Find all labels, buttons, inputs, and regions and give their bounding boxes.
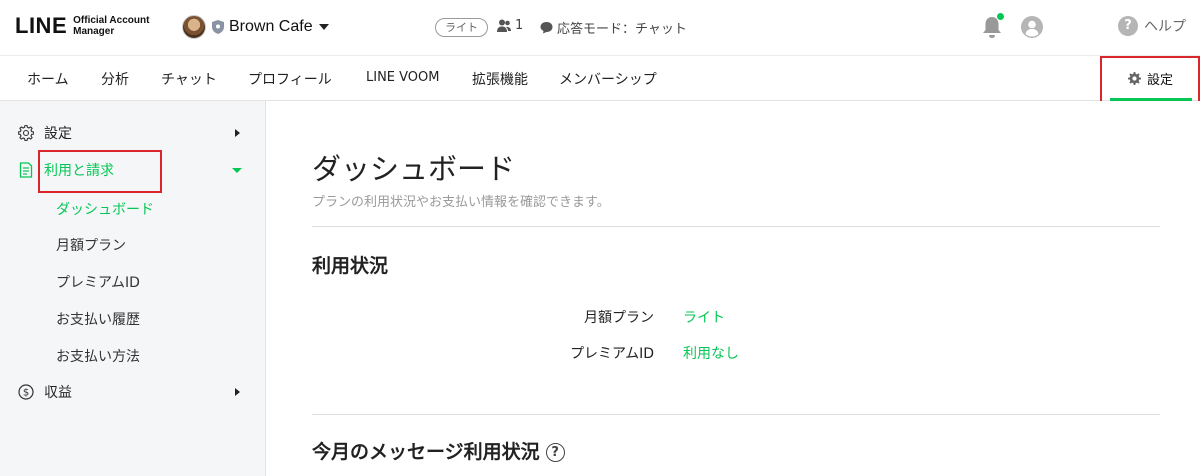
dollar-icon: $ [18, 384, 34, 400]
tab-chat[interactable]: チャット [161, 69, 217, 89]
document-icon [19, 162, 33, 178]
svg-text:$: $ [23, 388, 29, 399]
sidebar-subitem-premium-id[interactable]: プレミアムID [56, 272, 140, 292]
tab-extensions[interactable]: 拡張機能 [472, 69, 528, 89]
verified-shield-icon [212, 20, 224, 34]
chat-bubble-icon [540, 22, 553, 34]
notification-dot [996, 12, 1005, 21]
help-label: ヘルプ [1144, 19, 1186, 35]
message-usage-section-title: 今月のメッセージ利用状況? [312, 437, 565, 464]
monthly-plan-label: 月額プラン [584, 310, 654, 326]
message-usage-title-text: 今月のメッセージ利用状況 [312, 441, 540, 463]
page-subtitle: プランの利用状況やお支払い情報を確認できます。 [312, 195, 610, 210]
response-mode-label: 応答モード：チャット [557, 22, 687, 37]
friends-count-value: 1 [515, 18, 524, 33]
page-title: ダッシュボード [312, 152, 516, 186]
tab-membership[interactable]: メンバーシップ [559, 69, 657, 89]
line-oa-manager-logo[interactable]: LINE Official Account Manager [15, 13, 150, 38]
response-mode[interactable]: 応答モード：チャット [540, 18, 687, 37]
tab-analytics[interactable]: 分析 [101, 69, 129, 89]
logo-subtitle: Official Account Manager [73, 15, 150, 37]
premium-id-label: プレミアムID [570, 346, 654, 362]
divider [312, 226, 1160, 227]
monthly-plan-value[interactable]: ライト [683, 307, 725, 327]
chevron-down-icon [232, 167, 242, 173]
main-content: ダッシュボード プランの利用状況やお支払い情報を確認できます。 利用状況 月額プ… [267, 101, 1200, 476]
chevron-down-icon [318, 24, 329, 30]
user-profile-icon[interactable] [1021, 16, 1043, 38]
account-avatar [182, 15, 206, 39]
question-circle-icon[interactable]: ? [545, 443, 565, 462]
sidebar-item-label: 設定 [44, 126, 72, 142]
sidebar-item-revenue[interactable]: $ 収益 [0, 377, 266, 407]
help-link[interactable]: ? ヘルプ [1118, 16, 1186, 36]
tab-home[interactable]: ホーム [27, 69, 69, 89]
usage-section-title: 利用状況 [312, 255, 389, 277]
sidebar-subitem-payment-method[interactable]: お支払い方法 [56, 346, 140, 366]
gear-outline-icon [18, 125, 34, 141]
friends-icon [497, 19, 511, 32]
chevron-right-icon [235, 129, 240, 137]
tab-profile[interactable]: プロフィール [248, 69, 332, 89]
tab-line-voom[interactable]: LINE VOOM [366, 70, 440, 85]
account-switcher[interactable]: Brown Cafe [182, 15, 329, 39]
sidebar-item-label: 収益 [44, 385, 72, 401]
logo-wordmark: LINE [15, 13, 68, 38]
highlight-box-billing [38, 150, 162, 193]
sidebar-subitem-monthly-plan[interactable]: 月額プラン [56, 235, 126, 255]
divider [312, 414, 1160, 415]
help-icon: ? [1118, 16, 1138, 36]
plan-badge: ライト [435, 18, 488, 37]
chevron-right-icon [235, 388, 240, 396]
sidebar-subitem-payment-history[interactable]: お支払い履歴 [56, 309, 140, 329]
sidebar-item-settings[interactable]: 設定 [0, 118, 266, 148]
sidebar-subitem-dashboard[interactable]: ダッシュボード [56, 199, 154, 219]
premium-id-value[interactable]: 利用なし [683, 343, 739, 363]
account-name: Brown Cafe [229, 18, 313, 35]
top-header: LINE Official Account Manager Brown Cafe… [0, 0, 1200, 56]
main-nav: ホーム 分析 チャット プロフィール LINE VOOM 拡張機能 メンバーシッ… [0, 56, 1200, 101]
friends-count[interactable]: 1 [497, 18, 523, 33]
